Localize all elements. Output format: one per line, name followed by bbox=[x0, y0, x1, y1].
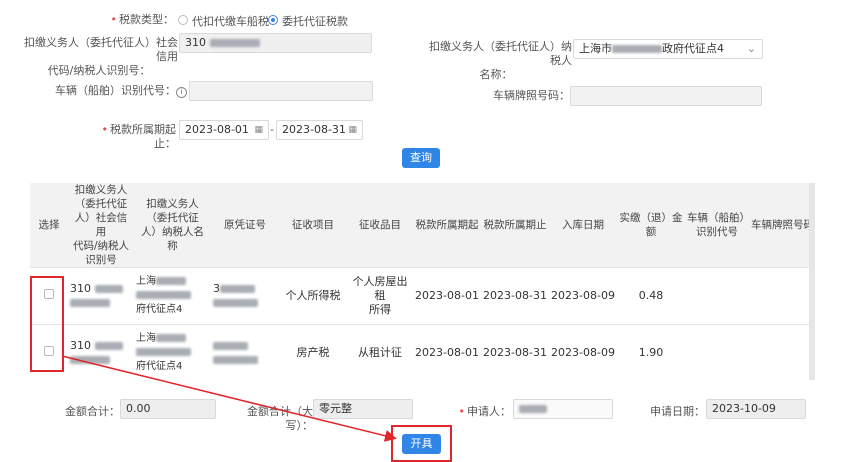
annotation-arrow bbox=[61, 355, 397, 442]
